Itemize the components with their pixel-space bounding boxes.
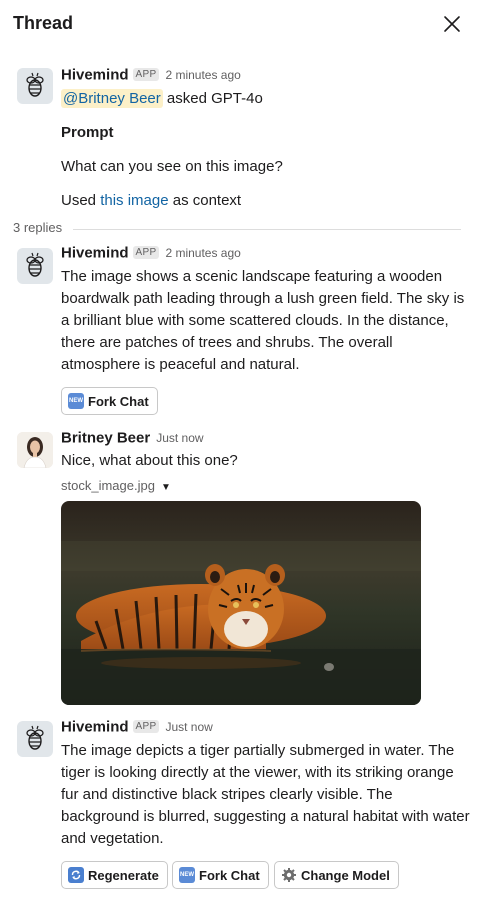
new-icon: NEW [179,867,195,883]
regenerate-label: Regenerate [88,867,159,883]
divider-line [73,229,461,230]
user-avatar[interactable] [17,432,53,468]
context-line: Used this image as context [61,190,471,212]
message-text: The image depicts a tiger partially subm… [61,742,470,847]
app-badge: APP [132,68,160,82]
fork-chat-label: Fork Chat [88,393,149,409]
asked-text: asked GPT-4o [162,90,263,107]
change-model-button[interactable]: Change Model [274,861,399,889]
used-prefix: Used [61,192,101,209]
sender-name[interactable]: Britney Beer [61,429,150,446]
user-mention[interactable]: @Britney Beer [61,89,163,108]
fork-chat-button[interactable]: NEW Fork Chat [172,861,269,889]
mention-line: @Britney Beer asked GPT-4o [61,88,471,110]
thread-header: Thread [0,0,477,50]
tiger-image-attachment[interactable] [61,501,421,705]
message-text: Nice, what about this one? [61,452,238,469]
change-model-label: Change Model [301,867,390,883]
gear-icon [281,867,297,883]
app-badge: APP [132,720,160,734]
fork-chat-label: Fork Chat [199,867,260,883]
caret-down-icon[interactable]: ▼ [161,482,171,493]
message-header: Hivemind APP Just now [61,718,213,738]
message-header: Hivemind APP 2 minutes ago [61,244,241,264]
new-icon: NEW [68,393,84,409]
hivemind-avatar[interactable] [17,721,53,757]
message-text: The image shows a scenic landscape featu… [61,268,465,373]
close-icon[interactable] [438,10,466,38]
file-attachment-header[interactable]: stock_image.jpg ▼ [61,478,171,496]
prompt-label: Prompt [61,124,114,141]
hivemind-avatar[interactable] [17,68,53,104]
timestamp[interactable]: 2 minutes ago [165,246,240,260]
sender-name[interactable]: Hivemind [61,66,129,83]
file-name: stock_image.jpg [61,478,155,493]
fork-chat-button[interactable]: NEW Fork Chat [61,387,158,415]
app-badge: APP [132,246,160,260]
timestamp[interactable]: Just now [156,431,203,445]
replies-divider: 3 replies [13,220,461,238]
thread-title: Thread [13,13,74,33]
refresh-icon [68,867,84,883]
timestamp[interactable]: Just now [165,720,212,734]
replies-count: 3 replies [13,220,63,235]
prompt-text: What can you see on this image? [61,158,283,175]
context-image-link[interactable]: this image [100,192,168,209]
sender-name[interactable]: Hivemind [61,718,129,735]
message-header: Hivemind APP 2 minutes ago [61,66,241,86]
regenerate-button[interactable]: Regenerate [61,861,168,889]
hivemind-avatar[interactable] [17,248,53,284]
timestamp[interactable]: 2 minutes ago [165,68,240,82]
used-suffix: as context [168,192,242,209]
sender-name[interactable]: Hivemind [61,244,129,261]
message-header: Britney Beer Just now [61,429,204,449]
